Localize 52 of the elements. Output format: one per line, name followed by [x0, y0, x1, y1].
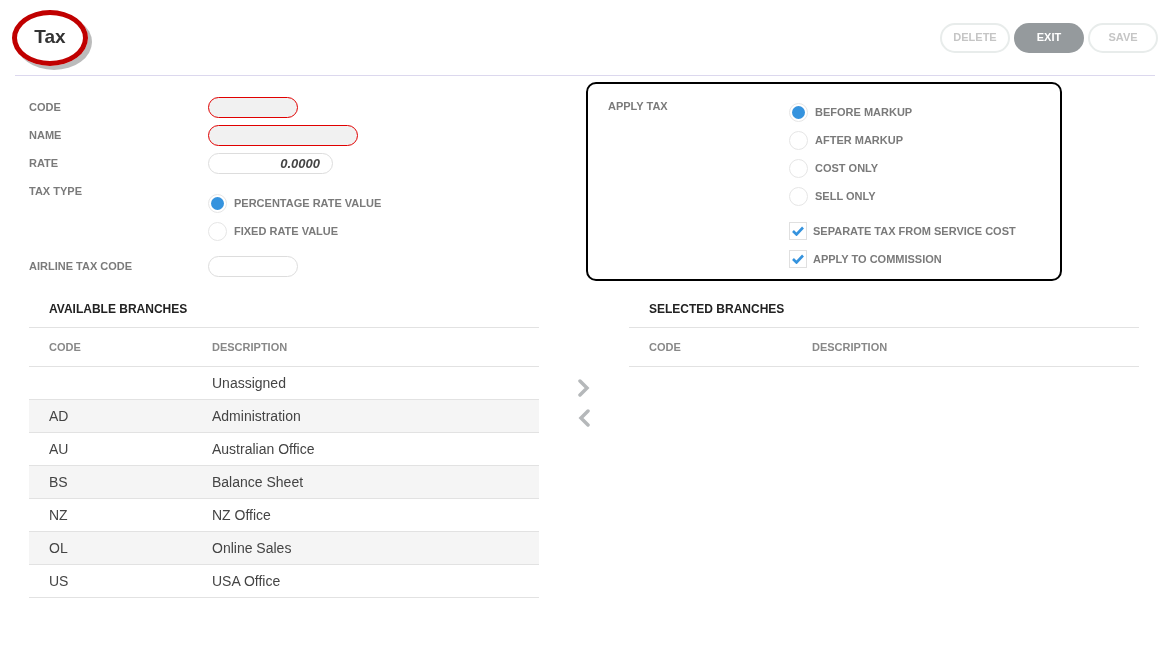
column-header: DESCRIPTION	[812, 339, 888, 355]
checkmark-icon	[792, 254, 804, 264]
table-title: AVAILABLE BRANCHES	[29, 291, 539, 328]
radio-button[interactable]	[789, 158, 808, 178]
radio-label: SELL ONLY	[815, 188, 876, 204]
table-cell-text: NZ	[48, 505, 69, 525]
radio-label: BEFORE MARKUP	[815, 104, 913, 120]
checkbox[interactable]	[789, 250, 807, 268]
checkbox-label: SEPARATE TAX FROM SERVICE COST	[813, 223, 1016, 239]
table-row[interactable]: BS Balance Sheet	[29, 466, 539, 499]
checkmark-icon	[792, 226, 804, 236]
table-cell-text: AU	[48, 439, 70, 459]
column-header: CODE	[48, 339, 82, 355]
radio-button[interactable]	[208, 221, 227, 241]
field-label: CODE	[29, 99, 62, 115]
column-header: DESCRIPTION	[212, 339, 288, 355]
table-title: SELECTED BRANCHES	[629, 291, 1139, 328]
table-row[interactable]: OL Online Sales	[29, 532, 539, 565]
table-cell-text: BS	[48, 472, 69, 492]
radio-button[interactable]	[208, 193, 227, 213]
chevron-left-icon[interactable]	[578, 409, 590, 427]
radio-button[interactable]	[789, 130, 808, 150]
table-cell-text: Online Sales	[212, 538, 292, 558]
field-label: NAME	[29, 127, 63, 143]
radio-label: FIXED RATE VALUE	[234, 223, 339, 239]
table-cell-text: NZ Office	[212, 505, 271, 525]
column-header: CODE	[648, 339, 682, 355]
table-cell-text: USA Office	[212, 571, 281, 591]
field-label: TAX TYPE	[29, 184, 83, 199]
radio-button[interactable]	[789, 102, 808, 122]
table-cell-text: US	[48, 571, 70, 591]
chevron-right-icon[interactable]	[578, 379, 590, 397]
table-cell-text: Balance Sheet	[212, 472, 304, 492]
input-field[interactable]: 0.0000	[208, 152, 333, 174]
field-label: RATE	[29, 155, 60, 171]
table-cell-text: Unassigned	[212, 373, 286, 393]
page-title: Tax	[34, 25, 66, 50]
table-row[interactable]: AD Administration	[29, 400, 539, 433]
section-label: APPLY TAX	[608, 99, 669, 114]
checkbox-label: APPLY TO COMMISSION	[813, 251, 942, 267]
table-cell-text: OL	[48, 538, 69, 558]
radio-label: PERCENTAGE RATE VALUE	[234, 195, 382, 211]
table-cell-text: Administration	[212, 406, 301, 426]
table-cell-text: Australian Office	[212, 439, 315, 459]
radio-label: COST ONLY	[815, 160, 879, 176]
checkbox[interactable]	[789, 222, 807, 240]
table-cell-text: AD	[48, 406, 70, 426]
input-field[interactable]	[208, 96, 298, 118]
field-label: AIRLINE TAX CODE	[29, 258, 134, 274]
radio-button[interactable]	[789, 186, 808, 206]
radio-label: AFTER MARKUP	[815, 132, 903, 148]
input-field[interactable]	[208, 124, 358, 146]
